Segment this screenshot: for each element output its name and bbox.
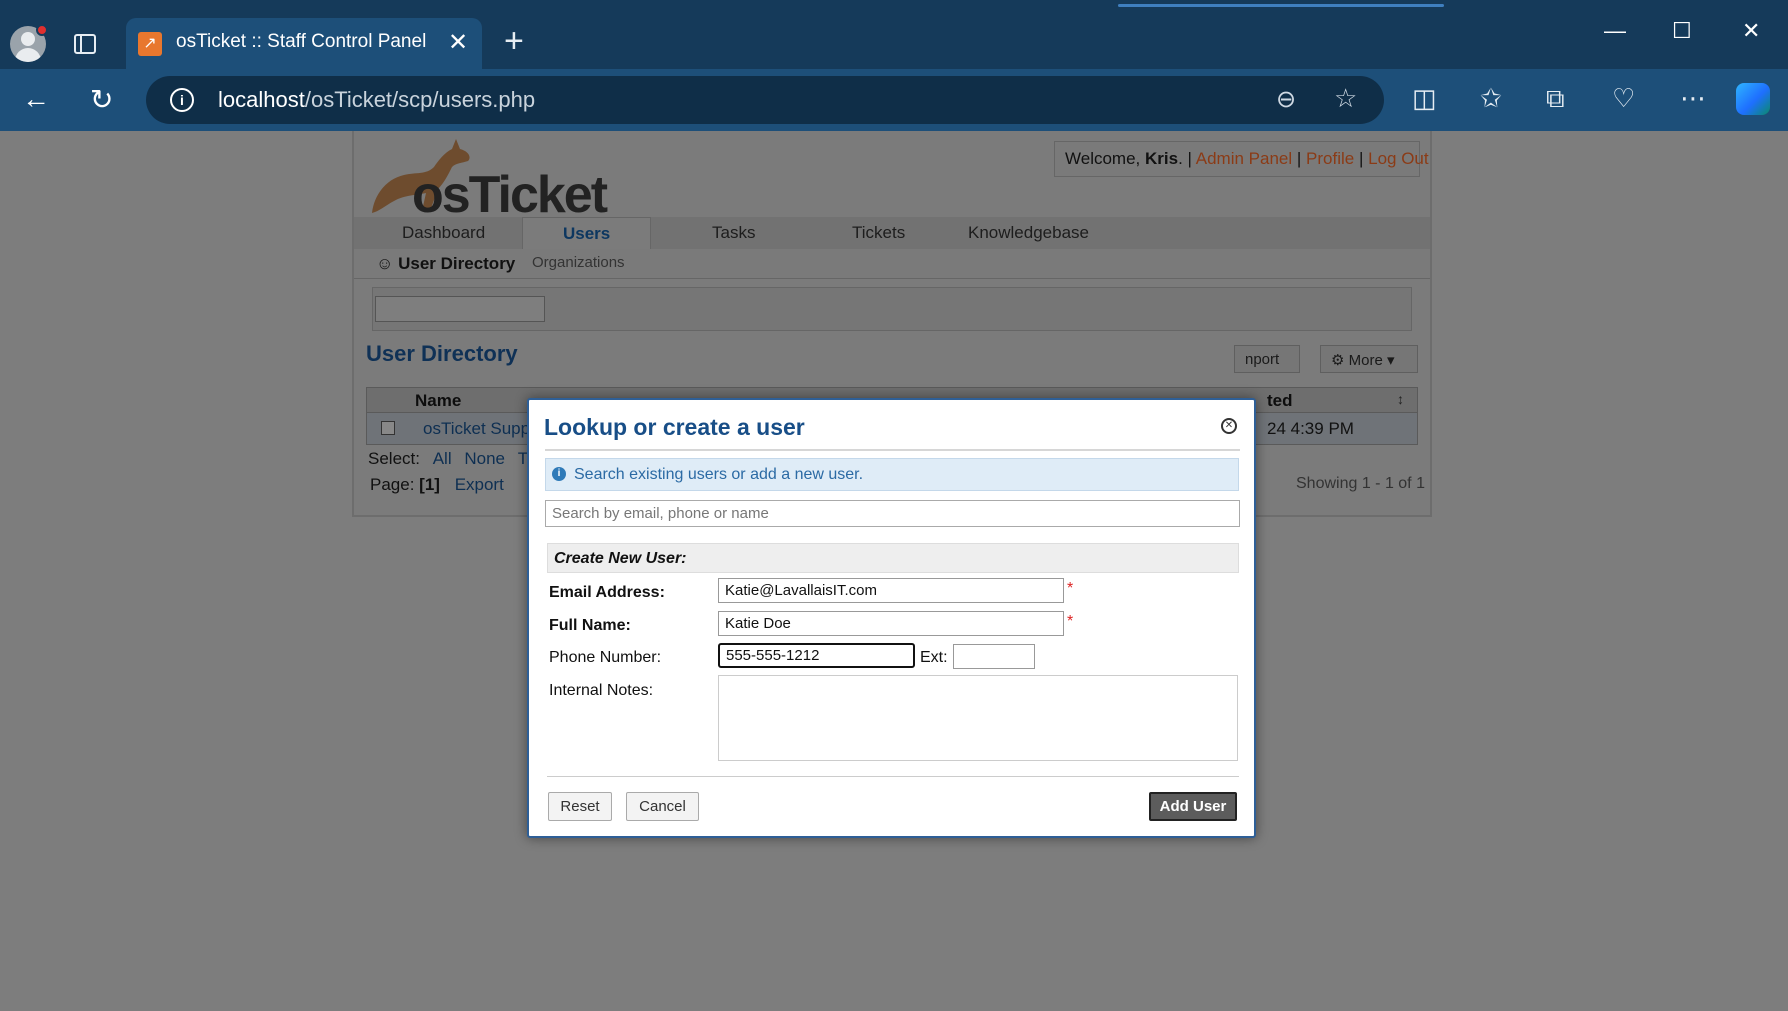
cancel-button[interactable]: Cancel [626,792,699,821]
create-user-section-header: Create New User: [547,543,1239,573]
subnav-organizations[interactable]: Organizations [532,254,625,271]
osticket-logo[interactable]: osTicket [364,135,608,224]
new-tab-icon[interactable]: + [504,22,524,61]
divider [545,449,1240,451]
select-all-link[interactable]: All [433,449,452,468]
internal-notes-label: Internal Notes: [549,682,654,699]
internal-notes-textarea[interactable] [718,675,1238,761]
email-label: Email Address: [549,584,665,601]
tab-knowledgebase[interactable]: Knowledgebase [968,223,1089,243]
phone-label: Phone Number: [549,649,662,666]
info-icon: i [552,467,566,481]
window-close-icon[interactable]: ✕ [1742,18,1760,44]
import-button[interactable]: nport [1234,345,1300,373]
col-name[interactable]: Name [415,391,461,411]
site-info-icon[interactable]: i [170,88,194,112]
collections-icon[interactable]: ⧉ [1546,83,1565,115]
phone-field[interactable] [718,643,915,668]
osticket-favicon-icon: ↗ [138,32,162,56]
loading-indicator [1118,4,1444,7]
tab-close-icon[interactable]: ✕ [448,28,468,57]
tab-users[interactable]: Users [522,217,652,249]
tab-actions-icon[interactable] [74,34,96,54]
info-banner: i Search existing users or add a new use… [545,458,1239,491]
pagination: Page: [1] Export [370,475,504,495]
info-text: Search existing users or add a new user. [574,466,864,483]
select-row: Select: All None To [368,449,536,469]
section-title: Create New User: [554,550,687,567]
gear-icon: ⚙ [1331,352,1349,369]
tab-tasks[interactable]: Tasks [712,223,755,243]
favorite-star-icon[interactable]: ☆ [1334,83,1357,114]
ext-field[interactable] [953,644,1035,669]
browser-tab[interactable]: ↗ osTicket :: Staff Control Panel ✕ [126,18,482,69]
select-label: Select: [368,449,420,468]
sub-nav: ☺ User Directory Organizations [354,249,1430,279]
directory-search-bar [372,287,1412,331]
admin-panel-link[interactable]: Admin Panel [1196,149,1292,168]
browser-toolbar: ← ↻ i localhost/osTicket/scp/users.php ⊖… [0,69,1788,131]
separator: | [1296,149,1302,168]
showing-count: Showing 1 - 1 of 1 [1296,475,1425,492]
dialog-title: Lookup or create a user [544,414,805,440]
row-updated: 24 4:39 PM [1267,419,1354,438]
tab-title: osTicket :: Staff Control Panel [176,31,427,52]
sort-icon[interactable]: ↕ [1397,391,1404,407]
maximize-icon[interactable]: ☐ [1672,18,1692,44]
logout-link[interactable]: Log Out [1368,149,1429,168]
ext-label: Ext: [920,649,948,666]
user-welcome-box: Welcome, Kris. | Admin Panel | Profile |… [1054,141,1429,177]
tab-dashboard[interactable]: Dashboard [402,223,485,243]
welcome-suffix: . | [1178,149,1192,168]
tab-tickets[interactable]: Tickets [852,223,905,243]
full-name-field[interactable] [718,611,1064,636]
separator: | [1358,149,1364,168]
copilot-icon[interactable] [1736,83,1770,115]
lookup-user-dialog: Lookup or create a user ✕ i Search exist… [527,398,1256,838]
address-bar[interactable]: i localhost/osTicket/scp/users.php ⊖ ☆ [146,76,1384,124]
notification-dot [36,24,48,36]
col-updated[interactable]: ted [1267,391,1293,411]
user-search-input[interactable] [545,500,1240,527]
profile-link[interactable]: Profile [1306,149,1354,168]
close-icon[interactable]: ✕ [1221,418,1237,434]
page-title: User Directory [366,341,518,366]
page-overlay: osTicket Welcome, Kris. | Admin Panel | … [0,131,1788,1011]
back-icon[interactable]: ← [22,83,50,115]
logo-text: osTicket [412,166,608,224]
reset-button[interactable]: Reset [548,792,612,821]
full-name-label: Full Name: [549,617,631,634]
main-nav: Dashboard Users Tasks Tickets Knowledgeb… [354,217,1430,249]
select-none-link[interactable]: None [464,449,505,468]
required-mark: * [1067,580,1074,597]
favorites-icon[interactable]: ✩ [1480,83,1502,114]
divider [547,776,1239,777]
row-name[interactable]: osTicket Suppo [423,419,540,439]
more-options-icon[interactable]: ⋯ [1680,83,1706,114]
email-field[interactable] [718,578,1064,603]
welcome-prefix: Welcome, [1065,149,1145,168]
export-link[interactable]: Export [455,475,504,494]
browser-tabstrip: ↗ osTicket :: Staff Control Panel ✕ + — … [0,0,1788,69]
required-mark: * [1067,613,1074,630]
row-checkbox[interactable] [381,421,395,435]
welcome-user: Kris [1145,149,1179,168]
more-button[interactable]: ⚙ More ▾ [1320,345,1418,373]
page-current: [1] [419,475,440,494]
directory-search-input[interactable] [375,296,545,322]
url-text[interactable]: localhost/osTicket/scp/users.php [218,87,535,113]
refresh-icon[interactable]: ↻ [90,83,113,116]
subnav-user-directory[interactable]: ☺ User Directory [376,254,515,274]
page-label: Page: [370,475,415,494]
users-icon: ☺ [376,254,399,273]
add-user-button[interactable]: Add User [1149,792,1237,821]
split-screen-icon[interactable]: ◫ [1412,83,1437,114]
zoom-icon[interactable]: ⊖ [1276,85,1296,114]
browser-essentials-icon[interactable]: ♡ [1612,83,1635,114]
minimize-icon[interactable]: — [1604,18,1626,44]
